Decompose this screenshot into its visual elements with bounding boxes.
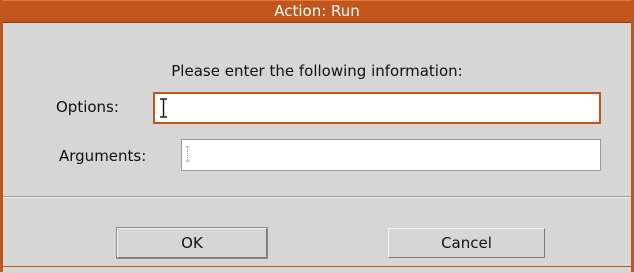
text-cursor-icon [185, 146, 190, 162]
window-title: Action: Run [274, 2, 360, 20]
ok-button-label: OK [181, 234, 203, 252]
options-label: Options: [56, 98, 119, 116]
cancel-button[interactable]: Cancel [388, 228, 545, 258]
separator-highlight [3, 197, 631, 198]
options-input[interactable] [153, 92, 601, 124]
instruction-text: Please enter the following information: [171, 62, 463, 80]
cancel-button-label: Cancel [441, 234, 492, 252]
ok-button[interactable]: OK [116, 227, 268, 259]
run-dialog-window: Action: Run Please enter the following i… [0, 0, 634, 273]
arguments-input[interactable] [181, 139, 601, 171]
title-bar[interactable]: Action: Run [3, 0, 631, 23]
text-cursor-icon [160, 98, 167, 118]
title-bar-highlight [3, 0, 631, 1]
arguments-label: Arguments: [59, 147, 147, 165]
